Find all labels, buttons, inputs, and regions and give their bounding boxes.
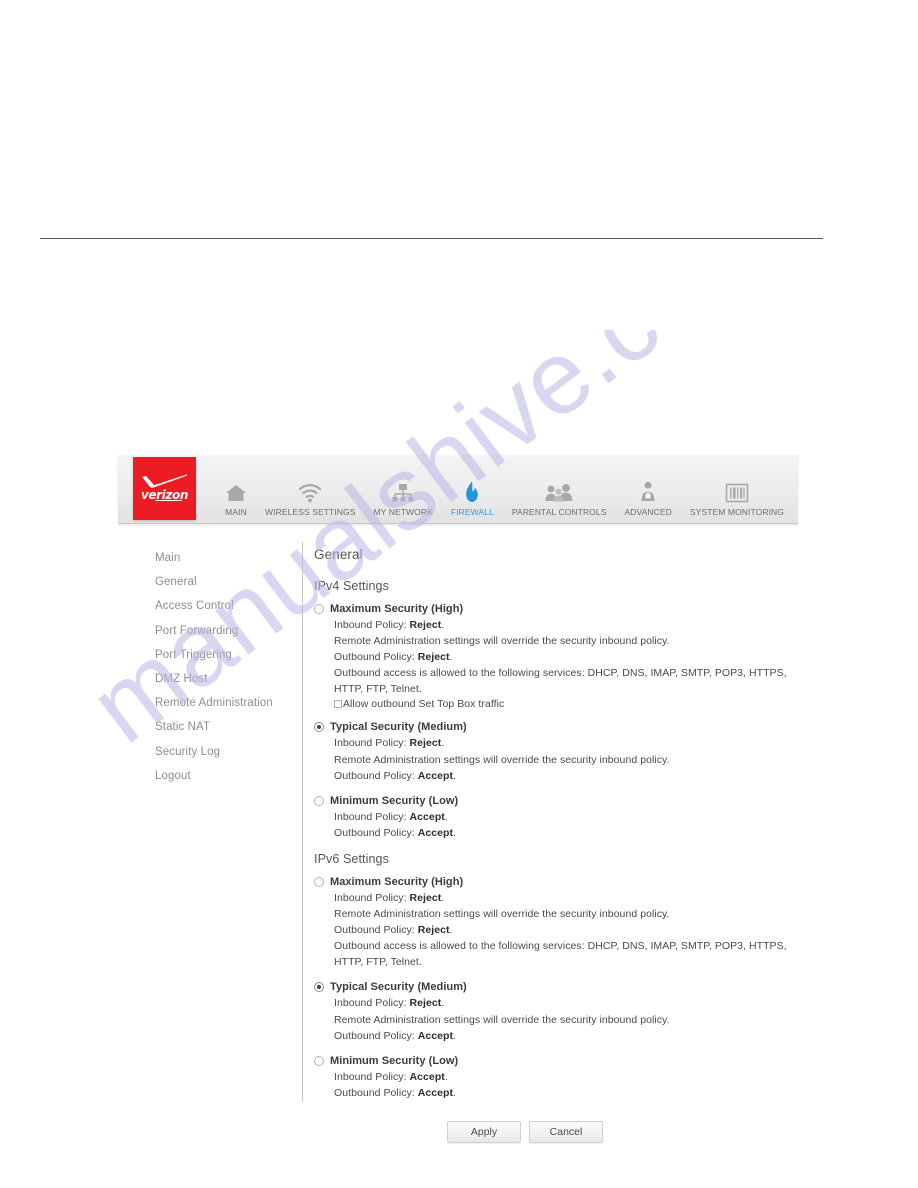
sidebar-item-main[interactable]: Main <box>155 546 302 570</box>
policy-line: Remote Administration settings will over… <box>334 1013 670 1026</box>
security-option-ipv6-maximum-security-high: Maximum Security (High) Inbound Policy: R… <box>314 876 798 970</box>
option-details-ipv4-maximum-security-high: Inbound Policy: Reject. Remote Administra… <box>314 617 798 697</box>
nav-item-my-network[interactable]: MY NETWORK <box>365 479 442 517</box>
sidebar-item-access-control[interactable]: Access Control <box>155 594 302 618</box>
ipv6-section-title: IPv6 Settings <box>314 851 389 866</box>
policy-line: Inbound Policy: Reject. <box>334 891 445 904</box>
nav-label-advanced: ADVANCED <box>624 507 672 517</box>
radio-ipv4-typical-security-medium[interactable] <box>314 722 324 733</box>
option-details-ipv4-typical-security-medium: Inbound Policy: Reject. Remote Administra… <box>314 735 798 783</box>
nav-label-parental-controls: PARENTAL CONTROLS <box>511 507 607 517</box>
option-label-ipv6-maximum-security-high: Maximum Security (High) <box>330 875 464 888</box>
policy-line: Inbound Policy: Accept. <box>334 810 448 823</box>
policy-line: Outbound Policy: Reject. <box>334 924 453 937</box>
sidebar-item-logout[interactable]: Logout <box>155 764 302 788</box>
checkbox-row-ipv4-maximum-security-high[interactable]: Allow outbound Set Top Box traffic <box>314 698 798 710</box>
radio-ipv6-minimum-security-low[interactable] <box>314 1055 324 1066</box>
sidebar-item-port-triggering[interactable]: Port Triggering <box>155 643 302 667</box>
sidebar-item-static-nat[interactable]: Static NAT <box>155 715 302 739</box>
option-details-ipv6-minimum-security-low: Inbound Policy: Accept. Outbound Policy: … <box>314 1069 798 1101</box>
policy-line: Outbound access is allowed to the follow… <box>334 940 787 969</box>
option-details-ipv4-minimum-security-low: Inbound Policy: Accept. Outbound Policy: … <box>314 809 798 841</box>
apply-button[interactable]: Apply <box>447 1120 521 1143</box>
option-label-ipv6-typical-security-medium: Typical Security (Medium) <box>330 981 467 994</box>
security-option-ipv4-maximum-security-high: Maximum Security (High) Inbound Policy: R… <box>314 603 798 710</box>
security-option-ipv6-typical-security-medium: Typical Security (Medium) Inbound Policy:… <box>314 981 798 1043</box>
sidebar-item-remote-administration[interactable]: Remote Administration <box>155 691 302 715</box>
nav-label-my-network: MY NETWORK <box>373 507 433 517</box>
ipv4-section-title: IPv4 Settings <box>314 579 389 593</box>
policy-line: Outbound Policy: Accept. <box>334 1086 457 1099</box>
option-details-ipv6-maximum-security-high: Inbound Policy: Reject. Remote Administra… <box>314 890 798 970</box>
top-navigation-bar: verizon MAIN WIRELESS SETTINGS MY NETWOR… <box>118 455 798 524</box>
firewall-sidebar-menu: Main General Access Control Port Forward… <box>118 542 302 1143</box>
barcode-icon <box>725 479 749 503</box>
cancel-button[interactable]: Cancel <box>529 1120 603 1143</box>
option-header-ipv4-typical-security-medium[interactable]: Typical Security (Medium) <box>314 721 798 733</box>
policy-line: Remote Administration settings will over… <box>334 753 670 766</box>
verizon-logo[interactable]: verizon <box>133 457 196 520</box>
radio-ipv4-maximum-security-high[interactable] <box>314 604 324 614</box>
policy-line: Inbound Policy: Accept. <box>334 1070 448 1083</box>
option-header-ipv4-minimum-security-low[interactable]: Minimum Security (Low) <box>314 795 798 807</box>
nav-label-wireless-settings: WIRELESS SETTINGS <box>265 507 356 517</box>
option-label-ipv6-minimum-security-low: Minimum Security (Low) <box>330 1054 459 1067</box>
page-title: General <box>314 547 363 562</box>
policy-line: Outbound access is allowed to the follow… <box>334 667 787 696</box>
home-icon <box>225 479 247 503</box>
security-option-ipv6-minimum-security-low: Minimum Security (Low) Inbound Policy: Ac… <box>314 1055 798 1101</box>
option-header-ipv6-maximum-security-high[interactable]: Maximum Security (High) <box>314 876 798 888</box>
person-gear-icon <box>639 479 657 503</box>
verizon-wordmark: verizon <box>141 488 188 502</box>
nav-item-system-monitoring[interactable]: SYSTEM MONITORING <box>681 479 793 517</box>
security-option-ipv4-minimum-security-low: Minimum Security (Low) Inbound Policy: Ac… <box>314 795 798 841</box>
nav-item-wireless-settings[interactable]: WIRELESS SETTINGS <box>256 479 365 517</box>
policy-line: Inbound Policy: Reject. <box>334 737 445 750</box>
radio-ipv6-maximum-security-high[interactable] <box>314 876 324 887</box>
nav-item-parental-controls[interactable]: PARENTAL CONTROLS <box>503 479 616 517</box>
sidebar-item-port-forwarding[interactable]: Port Forwarding <box>155 619 302 643</box>
option-label-ipv4-typical-security-medium: Typical Security (Medium) <box>330 721 467 734</box>
policy-line: Outbound Policy: Reject. <box>334 651 453 664</box>
radio-ipv6-typical-security-medium[interactable] <box>314 982 324 993</box>
page-top-rule <box>40 238 823 239</box>
network-icon <box>391 479 415 503</box>
option-details-ipv6-typical-security-medium: Inbound Policy: Reject. Remote Administra… <box>314 995 798 1043</box>
policy-line: Outbound Policy: Accept. <box>334 826 457 839</box>
security-option-ipv4-typical-security-medium: Typical Security (Medium) Inbound Policy:… <box>314 721 798 783</box>
checkbox-allow-set-top-box-traffic[interactable] <box>334 700 342 709</box>
policy-line: Inbound Policy: Reject. <box>334 619 445 631</box>
option-label-ipv4-minimum-security-low: Minimum Security (Low) <box>330 794 459 807</box>
nav-label-main: MAIN <box>225 507 247 517</box>
flame-icon <box>463 479 481 503</box>
nav-label-system-monitoring: SYSTEM MONITORING <box>689 507 785 517</box>
option-header-ipv6-minimum-security-low[interactable]: Minimum Security (Low) <box>314 1055 798 1067</box>
people-icon <box>544 479 574 503</box>
policy-line: Outbound Policy: Accept. <box>334 1029 457 1042</box>
option-header-ipv4-maximum-security-high[interactable]: Maximum Security (High) <box>314 603 798 615</box>
option-label-ipv4-maximum-security-high: Maximum Security (High) <box>330 603 464 615</box>
policy-line: Remote Administration settings will over… <box>334 635 670 648</box>
radio-ipv4-minimum-security-low[interactable] <box>314 795 324 806</box>
form-action-buttons: Apply Cancel <box>314 1120 798 1143</box>
nav-item-main[interactable]: MAIN <box>216 479 256 517</box>
ipv6-options-group: Maximum Security (High) Inbound Policy: R… <box>314 876 798 1101</box>
sidebar-item-general[interactable]: General <box>155 570 302 594</box>
router-admin-ui: verizon MAIN WIRELESS SETTINGS MY NETWOR… <box>118 455 798 1143</box>
content-area: Main General Access Control Port Forward… <box>118 524 798 1143</box>
wifi-icon <box>298 479 322 503</box>
ipv4-options-group: Maximum Security (High) Inbound Policy: R… <box>314 603 798 841</box>
option-header-ipv6-typical-security-medium[interactable]: Typical Security (Medium) <box>314 981 798 993</box>
nav-label-firewall: FIREWALL <box>450 507 494 517</box>
checkbox-label-allow-set-top-box-traffic: Allow outbound Set Top Box traffic <box>343 698 505 711</box>
sidebar-item-security-log[interactable]: Security Log <box>155 740 302 764</box>
nav-item-firewall[interactable]: FIREWALL <box>442 479 503 517</box>
nav-item-list: MAIN WIRELESS SETTINGS MY NETWORK FIREWA… <box>216 449 798 523</box>
policy-line: Outbound Policy: Accept. <box>334 769 457 782</box>
policy-line: Inbound Policy: Reject. <box>334 997 445 1010</box>
policy-line: Remote Administration settings will over… <box>334 908 670 921</box>
main-panel: General IPv4 Settings Maximum Security (… <box>303 542 798 1143</box>
sidebar-item-dmz-host[interactable]: DMZ Host <box>155 667 302 691</box>
nav-item-advanced[interactable]: ADVANCED <box>616 479 681 517</box>
